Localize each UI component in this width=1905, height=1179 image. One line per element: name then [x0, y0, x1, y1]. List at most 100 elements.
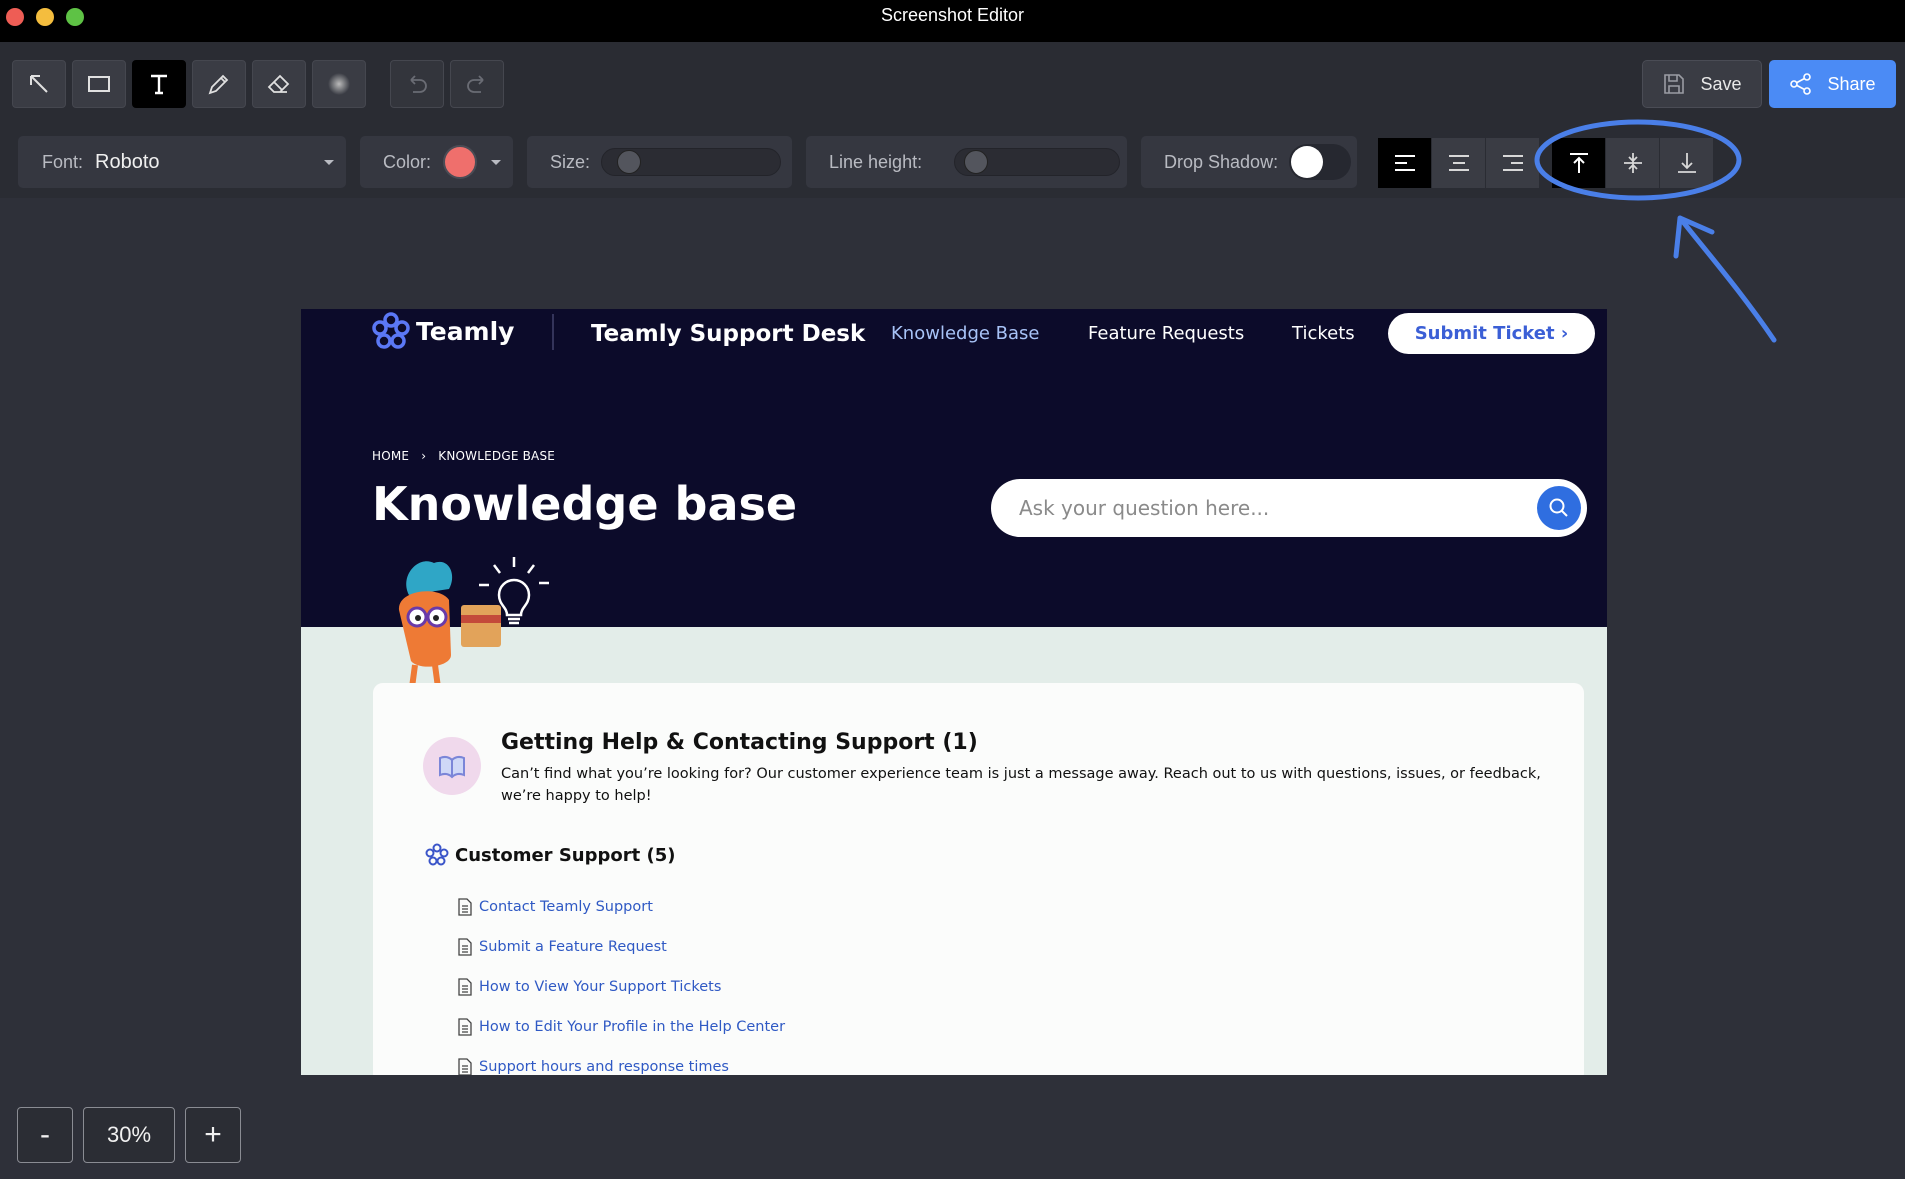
drop-shadow-toggle[interactable]	[1289, 144, 1351, 180]
flower-icon	[425, 843, 449, 866]
align-bottom-button[interactable]	[1660, 138, 1714, 188]
document-icon	[458, 1018, 472, 1036]
align-left-button[interactable]	[1378, 138, 1432, 188]
save-label: Save	[1700, 73, 1742, 94]
breadcrumb: HOME › KNOWLEDGE BASE	[372, 449, 555, 463]
zoom-out-button[interactable]: -	[17, 1107, 73, 1163]
redo-icon	[467, 75, 484, 93]
brand-name: Teamly	[416, 316, 515, 346]
save-button[interactable]: Save	[1642, 60, 1762, 108]
redo-button[interactable]	[450, 60, 504, 108]
chevron-down-icon	[491, 160, 501, 165]
article-title: How to Edit Your Profile in the Help Cen…	[479, 1019, 786, 1035]
nav-feature-requests[interactable]: Feature Requests	[1088, 323, 1244, 344]
nav-tickets[interactable]: Tickets	[1292, 323, 1355, 344]
toggle-knob	[1291, 146, 1323, 178]
article-link[interactable]: How to View Your Support Tickets	[457, 967, 785, 1007]
align-right-button[interactable]	[1486, 138, 1540, 188]
align-right-icon	[1502, 155, 1523, 171]
breadcrumb-home[interactable]: HOME	[372, 449, 409, 463]
font-select[interactable]: Font: Roboto	[18, 136, 346, 188]
color-picker[interactable]: Color:	[360, 136, 513, 188]
arrow-icon	[30, 75, 48, 93]
share-label: Share	[1827, 73, 1876, 94]
document-icon	[458, 978, 472, 996]
eraser-icon	[267, 74, 290, 93]
article-title: Support hours and response times	[479, 1059, 729, 1075]
article-link[interactable]: Submit a Feature Request	[457, 927, 785, 967]
article-title: How to View Your Support Tickets	[479, 979, 722, 995]
floppy-disk-icon	[1664, 74, 1685, 94]
size-label: Size:	[550, 151, 591, 172]
page-title: Knowledge base	[372, 477, 798, 531]
blur-tool-button[interactable]	[312, 60, 366, 108]
rectangle-tool-button[interactable]	[72, 60, 126, 108]
header-divider	[552, 314, 554, 350]
article-title: Contact Teamly Support	[479, 899, 653, 915]
vertical-align-group	[1552, 138, 1714, 188]
flower-logo-icon	[372, 312, 410, 349]
document-icon	[458, 938, 472, 956]
horizontal-align-group	[1378, 138, 1540, 188]
color-swatch[interactable]	[443, 145, 478, 179]
title-bar: Screenshot Editor	[0, 0, 1905, 42]
text-icon	[151, 74, 167, 95]
line-height-slider[interactable]	[954, 148, 1120, 176]
pencil-icon	[208, 74, 229, 95]
size-control: Size:	[527, 136, 792, 188]
article-title: Submit a Feature Request	[479, 939, 667, 955]
color-label: Color:	[383, 151, 432, 172]
undo-icon	[410, 75, 427, 93]
search-box[interactable]: Ask your question here...	[991, 479, 1587, 537]
section-title[interactable]: Getting Help & Contacting Support (1)	[501, 730, 978, 755]
share-icon	[1790, 73, 1812, 95]
undo-button[interactable]	[390, 60, 444, 108]
teamly-logo[interactable]: Teamly	[372, 312, 514, 350]
text-options-bar: Font: Roboto Color: Size: Line height: D…	[0, 126, 1905, 198]
search-placeholder[interactable]: Ask your question here...	[1019, 496, 1269, 520]
drop-shadow-control: Drop Shadow:	[1141, 136, 1357, 188]
main-toolbar: Save Share	[0, 42, 1905, 126]
desk-title: Teamly Support Desk	[591, 321, 866, 347]
rectangle-icon	[88, 76, 110, 92]
align-top-icon	[1569, 153, 1588, 173]
blur-icon	[328, 73, 350, 95]
article-link[interactable]: Support hours and response times	[457, 1047, 785, 1075]
size-slider-knob[interactable]	[617, 150, 641, 174]
font-value: Roboto	[95, 150, 160, 173]
pencil-tool-button[interactable]	[192, 60, 246, 108]
book-icon	[423, 737, 481, 795]
text-tool-button[interactable]	[132, 60, 186, 108]
zoom-in-button[interactable]: +	[185, 1107, 241, 1163]
align-center-button[interactable]	[1432, 138, 1486, 188]
article-link[interactable]: Contact Teamly Support	[457, 887, 785, 927]
article-list: Contact Teamly Support Submit a Feature …	[457, 887, 785, 1075]
align-middle-button[interactable]	[1606, 138, 1660, 188]
line-height-control: Line height:	[806, 136, 1127, 188]
align-left-icon	[1394, 155, 1415, 171]
search-icon	[1549, 498, 1568, 517]
breadcrumb-current: KNOWLEDGE BASE	[438, 449, 556, 463]
chevron-down-icon	[324, 160, 334, 165]
zoom-level[interactable]: 30%	[83, 1107, 175, 1163]
nav-knowledge-base[interactable]: Knowledge Base	[891, 323, 1040, 344]
editor-canvas[interactable]: Teamly Teamly Support Desk Knowledge Bas…	[301, 309, 1607, 1075]
align-center-icon	[1448, 155, 1469, 171]
align-top-button[interactable]	[1552, 138, 1606, 188]
line-height-label: Line height:	[829, 151, 923, 172]
article-link[interactable]: How to Edit Your Profile in the Help Cen…	[457, 1007, 785, 1047]
align-bottom-icon	[1677, 153, 1696, 173]
document-icon	[458, 1058, 472, 1075]
arrow-tool-button[interactable]	[12, 60, 66, 108]
eraser-tool-button[interactable]	[252, 60, 306, 108]
category-heading[interactable]: Customer Support (5)	[425, 843, 675, 867]
category-title: Customer Support (5)	[455, 844, 676, 866]
document-icon	[458, 898, 472, 916]
line-height-slider-knob[interactable]	[964, 150, 988, 174]
submit-ticket-button[interactable]: Submit Ticket ›	[1388, 313, 1595, 354]
font-label: Font:	[42, 151, 84, 172]
share-button[interactable]: Share	[1769, 60, 1896, 108]
size-slider[interactable]	[601, 148, 781, 176]
window-title: Screenshot Editor	[880, 5, 1025, 25]
search-button[interactable]	[1537, 486, 1581, 530]
